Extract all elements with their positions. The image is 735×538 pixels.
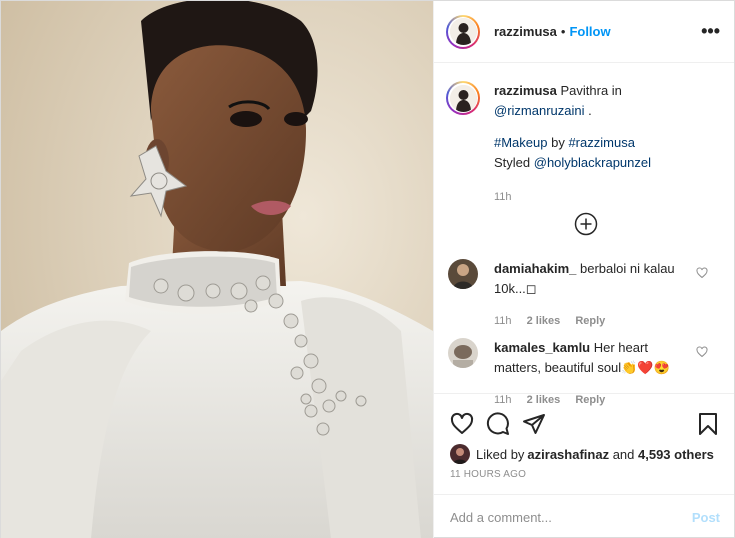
comment-reply-button[interactable]: Reply <box>575 315 605 327</box>
liker-avatar[interactable] <box>450 444 470 464</box>
share-icon[interactable] <box>522 412 546 436</box>
caption-line1: Pavithra in <box>556 83 622 98</box>
liked-by-user[interactable]: azirashafinaz <box>527 447 609 462</box>
comment-time[interactable]: 11h <box>494 315 512 327</box>
comment-item: damiahakim_ berbaloi ni kalau 10k...◻ 11… <box>448 259 720 331</box>
comment-emoji: ◻ <box>525 281 537 296</box>
caption-username[interactable]: razzimusa <box>494 83 557 98</box>
hashtag-makeup[interactable]: #Makeup <box>494 135 547 150</box>
avatar[interactable] <box>449 18 477 45</box>
comment-avatar[interactable] <box>448 259 478 289</box>
avatar-image <box>450 444 470 464</box>
post-container: razzimusa • Follow ••• razzimusa Pavithr… <box>0 0 735 538</box>
comment-heart-icon[interactable] <box>696 346 708 358</box>
caption-time[interactable]: 11h <box>494 187 651 207</box>
avatar-image <box>449 84 477 112</box>
comment-emoji: 👏❤️😍 <box>621 360 670 375</box>
comment-meta: 11h 2 likes Reply <box>494 311 694 331</box>
avatar-image <box>448 338 478 368</box>
avatar-image <box>448 259 478 289</box>
caption-styled: Styled <box>494 155 534 170</box>
post-comment-button[interactable]: Post <box>692 510 720 525</box>
avatar-image <box>449 18 477 45</box>
post-side-panel: razzimusa • Follow ••• razzimusa Pavithr… <box>433 1 734 538</box>
comment-heart-icon[interactable] <box>696 267 708 279</box>
comment-icon[interactable] <box>486 412 510 436</box>
comment-avatar[interactable] <box>448 338 478 368</box>
likes-summary: Liked by azirashafinaz and 4,593 others <box>450 444 714 464</box>
portrait-illustration <box>1 1 433 538</box>
comment-username[interactable]: kamales_kamlu <box>494 340 590 355</box>
liked-by-prefix: Liked by <box>476 446 525 462</box>
post-header: razzimusa • Follow ••• <box>434 1 734 63</box>
caption-avatar[interactable] <box>449 84 477 112</box>
caption-text: razzimusa Pavithra in @rizmanruzaini . #… <box>494 81 651 207</box>
action-icons <box>450 412 720 438</box>
username-link[interactable]: razzimusa <box>494 24 557 39</box>
comment-username[interactable]: damiahakim_ <box>494 261 576 276</box>
caption-mention-1[interactable]: @rizmanruzaini <box>494 103 585 118</box>
more-options-icon[interactable]: ••• <box>701 21 720 42</box>
separator-dot: • <box>560 24 566 39</box>
post-actions: Liked by azirashafinaz and 4,593 others … <box>434 393 734 538</box>
bookmark-icon[interactable] <box>696 412 720 436</box>
plus-circle-icon[interactable] <box>574 212 598 236</box>
hashtag-razzimusa[interactable]: #razzimusa <box>568 135 634 150</box>
caption-by: by <box>547 135 569 150</box>
add-comment-input[interactable] <box>450 510 692 525</box>
likes-count[interactable]: 4,593 others <box>638 447 714 462</box>
caption-mention-2[interactable]: @holyblackrapunzel <box>534 155 651 170</box>
caption-line1-end: . <box>584 103 592 118</box>
caption-avatar-ring[interactable] <box>446 81 480 115</box>
liked-by-middle: and <box>609 446 638 462</box>
story-ring[interactable] <box>446 14 480 49</box>
comment-likes[interactable]: 2 likes <box>527 315 561 327</box>
post-caption: razzimusa Pavithra in @rizmanruzaini . #… <box>446 81 720 207</box>
post-timestamp[interactable]: 11 HOURS AGO <box>450 469 526 480</box>
add-comment-bar: Post <box>434 494 734 538</box>
follow-button[interactable]: Follow <box>569 24 610 39</box>
post-photo[interactable] <box>1 1 433 538</box>
heart-icon[interactable] <box>450 412 474 436</box>
